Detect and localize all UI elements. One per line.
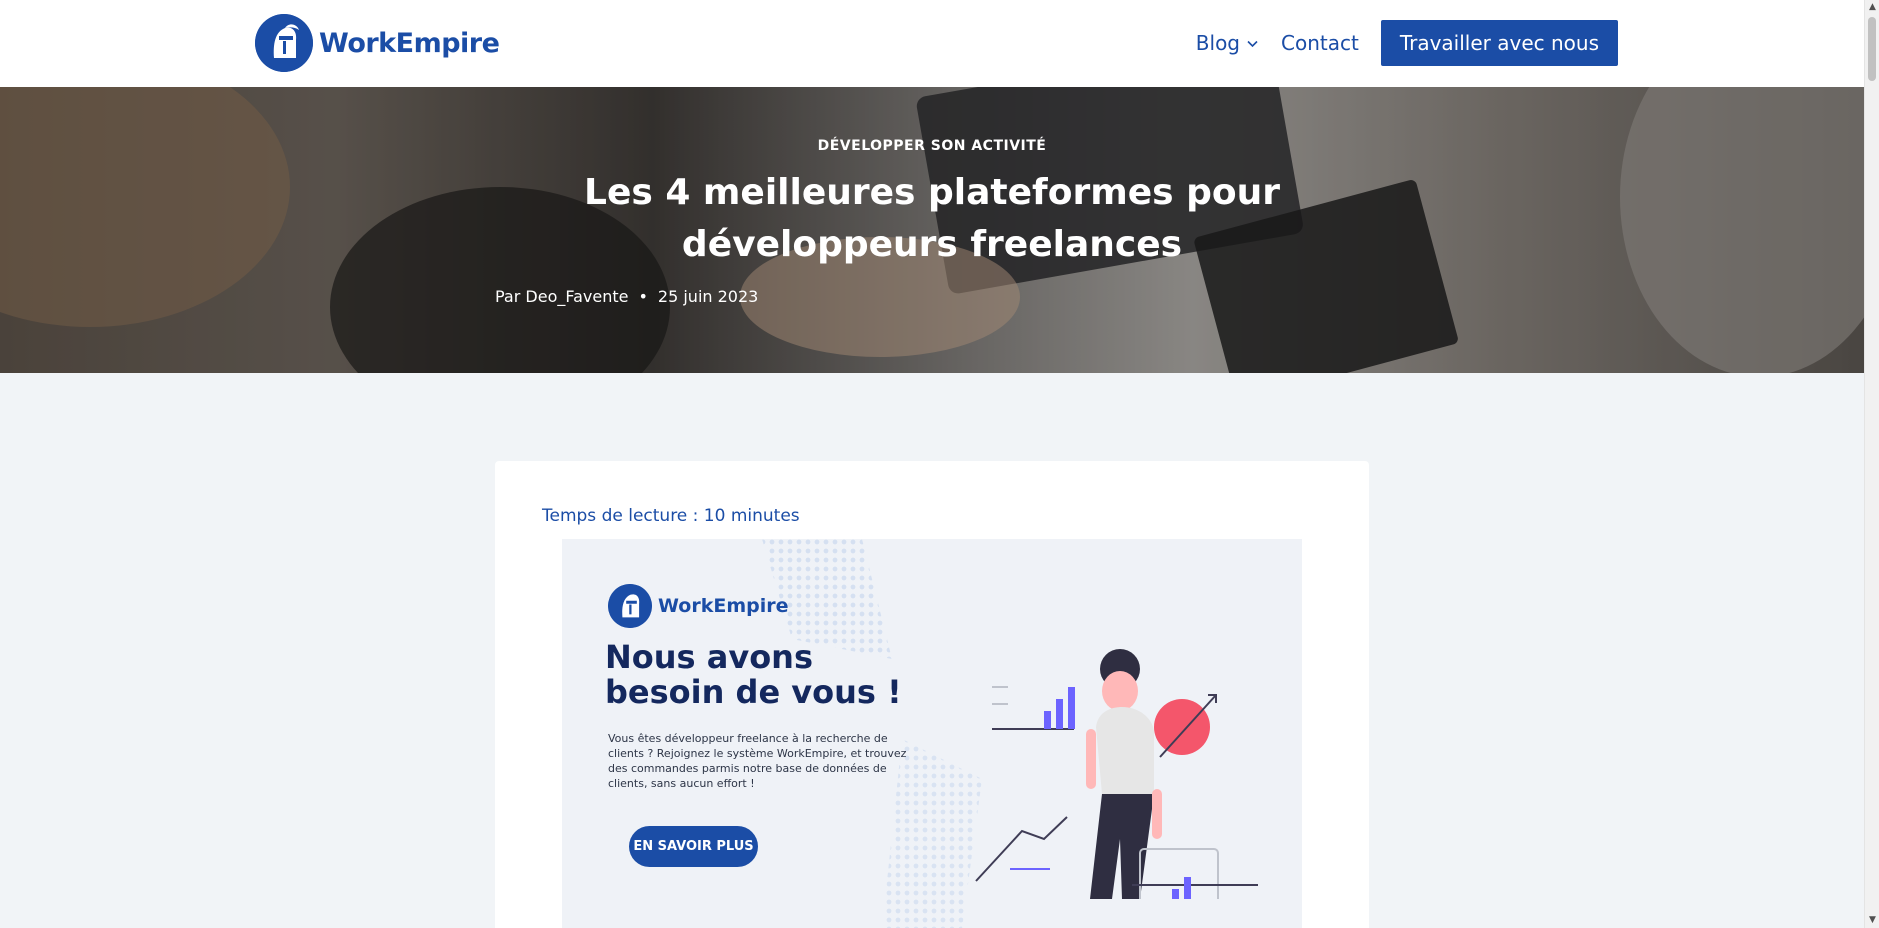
post-meta: Par Deo_Favente • 25 juin 2023 — [495, 287, 758, 306]
logo-text: WorkEmpire — [319, 27, 500, 59]
banner-logo: WorkEmpire — [608, 584, 789, 628]
site-header: WorkEmpire Blog Contact Travailler avec … — [0, 0, 1864, 87]
person-illustration — [975, 649, 1258, 899]
article-card: Temps de lecture : 10 minutes WorkEmpire — [495, 461, 1369, 928]
nav-blog-label: Blog — [1195, 31, 1241, 55]
scroll-thumb[interactable] — [1868, 17, 1876, 81]
scroll-down-arrow-icon[interactable]: ▼ — [1865, 913, 1879, 928]
post-title: Les 4 meilleures plateformes pour dévelo… — [584, 172, 1280, 265]
post-author[interactable]: Par Deo_Favente — [495, 287, 628, 306]
nav-contact[interactable]: Contact — [1281, 31, 1359, 55]
main-nav: Blog Contact Travailler avec nous — [1196, 20, 1618, 66]
post-category-link[interactable]: DÉVELOPPER SON ACTIVITÉ — [0, 138, 1864, 154]
banner-body-text: Vous êtes développeur freelance à la rec… — [608, 732, 907, 790]
post-date: 25 juin 2023 — [657, 287, 759, 306]
work-with-us-button[interactable]: Travailler avec nous — [1380, 20, 1618, 66]
banner-logo-text: WorkEmpire — [658, 595, 789, 617]
page-scrollbar[interactable]: ▲ ▼ — [1864, 0, 1879, 928]
meta-separator: • — [638, 287, 648, 306]
learn-more-button[interactable]: EN SAVOIR PLUS — [629, 826, 758, 867]
helmet-logo-icon — [255, 14, 313, 72]
promo-banner-image[interactable]: WorkEmpire Nous avons besoin de vous ! V… — [562, 539, 1302, 928]
chevron-down-icon — [1247, 40, 1258, 47]
bar-chart-icon — [1044, 711, 1051, 729]
scroll-up-arrow-icon[interactable]: ▲ — [1865, 0, 1879, 15]
hero-banner: DÉVELOPPER SON ACTIVITÉ Les 4 meilleures… — [0, 87, 1864, 373]
banner-headline: Nous avons besoin de vous ! — [605, 638, 902, 711]
helmet-logo-icon — [608, 584, 652, 628]
nav-blog[interactable]: Blog — [1196, 31, 1259, 55]
site-logo[interactable]: WorkEmpire — [255, 14, 500, 72]
reading-time: Temps de lecture : 10 minutes — [542, 506, 800, 526]
